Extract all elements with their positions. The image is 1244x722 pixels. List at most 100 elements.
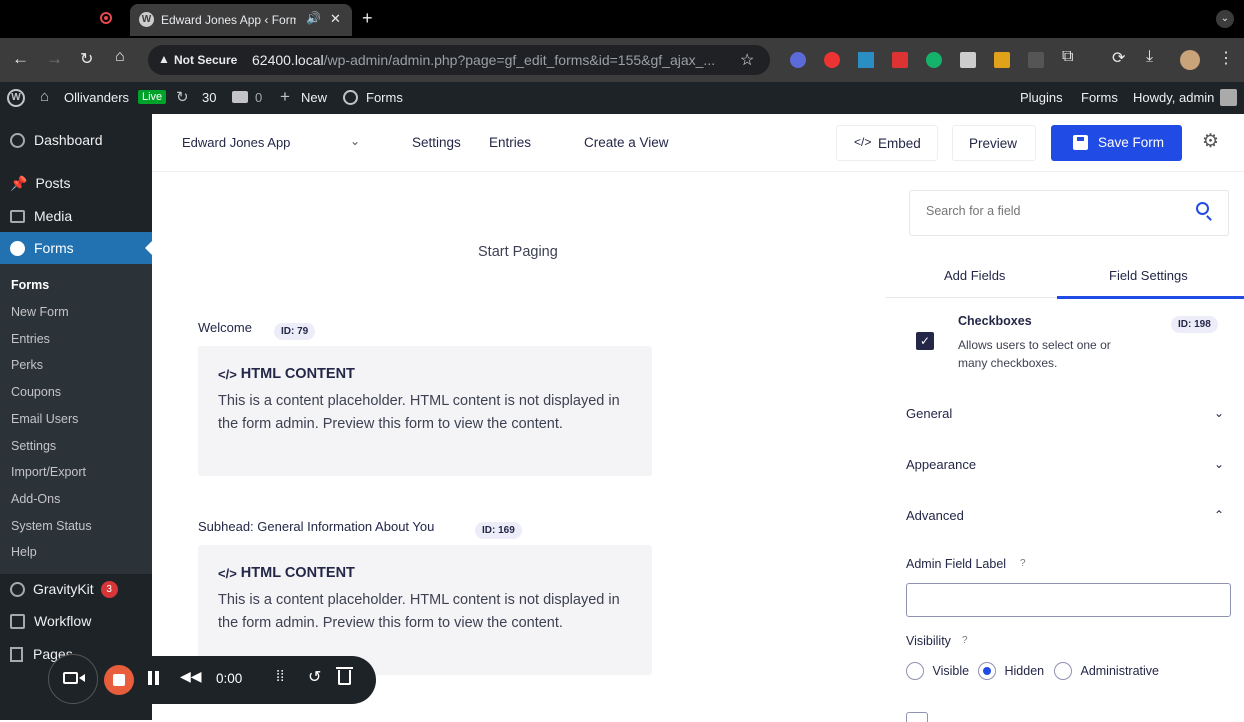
- comments-count[interactable]: 0: [255, 90, 262, 105]
- forms-right-link[interactable]: Forms: [1081, 90, 1118, 105]
- plugins-link[interactable]: Plugins: [1020, 90, 1063, 105]
- forms-bar-label[interactable]: Forms: [366, 90, 403, 105]
- sidebar-item-gravitykit[interactable]: GravityKit 3: [0, 573, 152, 605]
- puzzle-extensions-icon[interactable]: ⧉: [1062, 48, 1073, 66]
- submenu-new-form[interactable]: New Form: [11, 305, 69, 319]
- camera-icon[interactable]: [48, 654, 98, 704]
- download-icon[interactable]: ⤓: [1146, 48, 1153, 66]
- extension-icon[interactable]: [858, 52, 874, 68]
- comments-icon[interactable]: [232, 91, 248, 103]
- new-menu-label[interactable]: New: [301, 90, 327, 105]
- forms-bar-icon[interactable]: [343, 90, 358, 105]
- submenu-entries[interactable]: Entries: [11, 332, 50, 346]
- howdy-user[interactable]: Howdy, admin: [1133, 90, 1214, 105]
- accordion-appearance[interactable]: Appearance ⌄: [906, 457, 1224, 472]
- profile-avatar[interactable]: [1180, 50, 1200, 70]
- submenu-add-ons[interactable]: Add-Ons: [11, 492, 60, 506]
- forward-icon[interactable]: →: [46, 49, 63, 69]
- checkbox-partial[interactable]: [906, 712, 928, 722]
- bookmark-star-icon[interactable]: ☆: [740, 50, 754, 70]
- browser-tab-active[interactable]: W Edward Jones App ‹ Form 🔊 ✕: [130, 4, 352, 36]
- field-search-input[interactable]: [926, 204, 1186, 218]
- active-tab-indicator: [1057, 296, 1244, 299]
- address-bar[interactable]: ▲ Not Secure 62400.local/wp-admin/admin.…: [148, 45, 770, 75]
- tab-search-icon[interactable]: ⌄: [1216, 10, 1234, 28]
- extension-icon[interactable]: [994, 52, 1010, 68]
- visibility-visible-option[interactable]: Visible: [906, 662, 969, 680]
- field-search-box[interactable]: [909, 190, 1229, 236]
- new-tab-button[interactable]: +: [362, 8, 373, 29]
- code-icon: </>: [854, 135, 872, 149]
- sync-icon[interactable]: ⟳: [1112, 48, 1125, 68]
- sidebar-item-media[interactable]: Media: [0, 200, 152, 232]
- submenu-system-status[interactable]: System Status: [11, 519, 92, 533]
- restart-icon[interactable]: ↺: [308, 667, 321, 687]
- tab-add-fields[interactable]: Add Fields: [944, 268, 1005, 283]
- submenu-settings[interactable]: Settings: [11, 439, 56, 453]
- submenu-forms[interactable]: Forms: [11, 278, 49, 292]
- create-view-link[interactable]: Create a View: [584, 135, 669, 150]
- trash-icon[interactable]: [336, 667, 353, 685]
- back-icon[interactable]: ←: [12, 49, 29, 69]
- user-avatar[interactable]: [1220, 89, 1237, 106]
- radio-button[interactable]: [978, 662, 996, 680]
- sidebar-item-dashboard[interactable]: Dashboard: [0, 124, 152, 156]
- site-home-icon[interactable]: ⌂: [40, 88, 49, 105]
- submenu-import-export[interactable]: Import/Export: [11, 465, 86, 479]
- browser-menu-icon[interactable]: ⋮: [1218, 48, 1234, 68]
- preview-button[interactable]: Preview: [952, 125, 1036, 161]
- extension-icon[interactable]: [892, 52, 908, 68]
- sidebar-item-workflow[interactable]: Workflow: [0, 605, 152, 637]
- url-text[interactable]: 62400.local/wp-admin/admin.php?page=gf_e…: [252, 52, 715, 68]
- reload-icon[interactable]: ↻: [80, 49, 93, 69]
- submenu-help[interactable]: Help: [11, 545, 37, 559]
- submenu-coupons[interactable]: Coupons: [11, 385, 61, 399]
- grammarly-icon[interactable]: [926, 52, 942, 68]
- pause-icon[interactable]: [148, 671, 152, 685]
- form-switcher[interactable]: Edward Jones App ⌄: [166, 126, 372, 160]
- start-paging-label[interactable]: Start Paging: [478, 244, 558, 260]
- html-content-block[interactable]: </> HTML CONTENT This is a content place…: [198, 346, 652, 476]
- tab-close-icon[interactable]: ✕: [330, 11, 341, 27]
- audio-icon[interactable]: 🔊: [306, 11, 321, 25]
- wordpress-logo-icon[interactable]: W: [7, 89, 25, 107]
- save-form-button[interactable]: Save Form: [1051, 125, 1182, 161]
- accordion-general[interactable]: General ⌄: [906, 406, 1224, 421]
- site-name[interactable]: Ollivanders: [64, 90, 129, 105]
- radio-button[interactable]: [906, 662, 924, 680]
- extension-icon[interactable]: [960, 52, 976, 68]
- radio-button[interactable]: [1054, 662, 1072, 680]
- field-label[interactable]: Subhead: General Information About You: [198, 519, 434, 534]
- help-icon[interactable]: ?: [962, 635, 968, 646]
- sidebar-item-forms[interactable]: Forms: [0, 232, 152, 264]
- extension-icon[interactable]: [824, 52, 840, 68]
- home-icon[interactable]: ⌂: [115, 48, 125, 66]
- extension-icon[interactable]: [1028, 52, 1044, 68]
- visibility-administrative-option[interactable]: Administrative: [1054, 662, 1159, 680]
- field-label[interactable]: Welcome: [198, 320, 252, 335]
- html-content-title: </> HTML CONTENT: [218, 366, 632, 382]
- settings-link[interactable]: Settings: [412, 135, 461, 150]
- help-icon[interactable]: ?: [1020, 558, 1026, 569]
- not-secure-label[interactable]: Not Secure: [174, 53, 237, 67]
- sidebar-item-posts[interactable]: 📌 Posts: [0, 167, 152, 199]
- screen-recorder-controls: ◀◀ 0:00 ⁞⁞ ↺: [48, 654, 376, 704]
- stop-record-button[interactable]: [104, 665, 134, 695]
- visibility-hidden-option[interactable]: Hidden: [978, 662, 1044, 680]
- plus-icon[interactable]: +: [280, 87, 290, 107]
- extension-icon[interactable]: [790, 52, 806, 68]
- accordion-advanced[interactable]: Advanced ⌃: [906, 508, 1224, 523]
- rewind-icon[interactable]: ◀◀: [180, 668, 202, 685]
- entries-link[interactable]: Entries: [489, 135, 531, 150]
- embed-button[interactable]: </> Embed: [836, 125, 938, 161]
- workflow-icon: [10, 613, 25, 629]
- admin-field-label-input[interactable]: [906, 583, 1231, 617]
- submenu-perks[interactable]: Perks: [11, 358, 43, 372]
- grid-icon[interactable]: ⁞⁞: [276, 668, 284, 685]
- tab-field-settings[interactable]: Field Settings: [1109, 268, 1188, 283]
- updates-count[interactable]: 30: [202, 90, 216, 105]
- submenu-email-users[interactable]: Email Users: [11, 412, 78, 426]
- updates-icon[interactable]: ↻: [176, 88, 189, 106]
- gear-icon[interactable]: ⚙: [1202, 130, 1219, 153]
- admin-sidebar: Dashboard 📌 Posts Media Forms Forms New …: [0, 114, 152, 720]
